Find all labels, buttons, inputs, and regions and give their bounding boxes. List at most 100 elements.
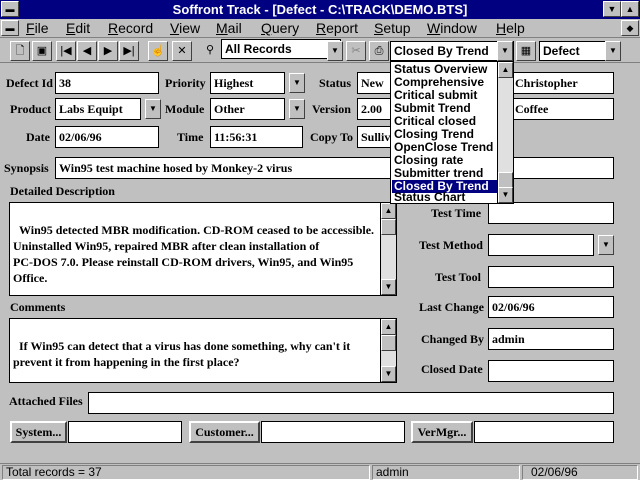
report-option[interactable]: Closing rate: [392, 154, 498, 167]
assigned-to-field[interactable]: Christopher: [511, 72, 614, 94]
menu-help[interactable]: Help: [496, 20, 525, 36]
chevron-down-icon[interactable]: ▼: [145, 99, 161, 119]
test-tool-field[interactable]: [488, 266, 614, 288]
save-icon[interactable]: ▣: [32, 41, 52, 61]
scroll-up-icon[interactable]: ▲: [381, 203, 396, 219]
binoculars-icon[interactable]: ⚲: [200, 41, 220, 61]
last-change-field[interactable]: 02/06/96: [488, 296, 614, 318]
date-field[interactable]: 02/06/96: [55, 126, 159, 148]
vermgr-button[interactable]: VerMgr...: [411, 421, 473, 443]
chevron-down-icon[interactable]: ▼: [605, 41, 621, 61]
next-record-icon[interactable]: ▶: [98, 41, 118, 61]
minimize-button[interactable]: ▼: [603, 1, 621, 17]
time-field[interactable]: 11:56:31: [210, 126, 303, 148]
test-tool-label: Test Tool: [435, 270, 481, 284]
report-option[interactable]: Submitter trend: [392, 167, 498, 180]
module-label: Module: [165, 102, 205, 116]
scroll-up-icon[interactable]: ▲: [381, 319, 396, 335]
delete-icon[interactable]: ✕: [172, 41, 192, 61]
module-field[interactable]: Other: [210, 98, 285, 120]
chevron-down-icon[interactable]: ▼: [598, 235, 614, 255]
maximize-button[interactable]: ▲: [621, 1, 639, 17]
scroll-thumb[interactable]: [381, 219, 396, 235]
first-record-icon[interactable]: |◀: [56, 41, 76, 61]
menu-query[interactable]: Query: [261, 20, 299, 36]
title-bar: ▬ Soffront Track - [Defect - C:\TRACK\DE…: [0, 0, 640, 19]
customer-field[interactable]: [261, 421, 405, 443]
system-button[interactable]: System...: [10, 421, 67, 443]
chevron-down-icon[interactable]: ▼: [327, 41, 343, 61]
version-label: Version: [312, 102, 351, 116]
chevron-down-icon[interactable]: ▼: [497, 41, 513, 61]
chevron-down-icon[interactable]: ▼: [289, 73, 305, 93]
print-icon[interactable]: ⎙: [369, 41, 389, 61]
system-field[interactable]: [68, 421, 182, 443]
priority-label: Priority: [165, 76, 206, 90]
report-option[interactable]: Status Chart: [392, 191, 498, 204]
product-label: Product: [10, 102, 52, 116]
menu-view[interactable]: View: [170, 20, 200, 36]
product-field[interactable]: Labs Equipt: [55, 98, 141, 120]
synopsis-field[interactable]: Win95 test machine hosed by Monkey-2 vir…: [55, 157, 614, 179]
scroll-thumb[interactable]: [381, 335, 396, 351]
new-record-icon[interactable]: 🗋: [10, 41, 30, 61]
test-method-field[interactable]: [488, 234, 594, 256]
comments-scrollbar[interactable]: ▲ ▼: [380, 319, 396, 382]
window-title: Soffront Track - [Defect - C:\TRACK\DEMO…: [172, 2, 468, 17]
records-filter-select[interactable]: All Records: [221, 39, 341, 59]
last-record-icon[interactable]: ▶|: [119, 41, 139, 61]
test-time-label: Test Time: [431, 206, 482, 220]
chevron-down-icon[interactable]: ▼: [289, 99, 305, 119]
menu-report[interactable]: Report: [316, 20, 358, 36]
report-option[interactable]: Critical closed: [392, 115, 498, 128]
grid-view-icon[interactable]: ▦: [516, 41, 536, 61]
menu-window[interactable]: Window: [427, 20, 477, 36]
menu-setup[interactable]: Setup: [374, 20, 411, 36]
priority-field[interactable]: Highest: [210, 72, 285, 94]
defect-id-label: Defect Id: [6, 76, 53, 90]
attached-files-field[interactable]: [88, 392, 614, 414]
defect-id-field[interactable]: 38: [55, 72, 159, 94]
previous-record-icon[interactable]: ◀: [77, 41, 97, 61]
report-select[interactable]: Closed By Trend: [390, 41, 514, 61]
total-records-status: Total records = 37: [2, 465, 370, 480]
report-option[interactable]: Comprehensive: [392, 76, 498, 89]
menu-mail[interactable]: Mail: [216, 20, 242, 36]
restore-button[interactable]: ◆: [621, 20, 639, 36]
report-option[interactable]: Submit Trend: [392, 102, 498, 115]
changed-by-field[interactable]: admin: [488, 328, 614, 350]
dropdown-scrollbar[interactable]: ▲ ▼: [497, 62, 513, 203]
attached-files-label: Attached Files: [9, 394, 83, 408]
hand-icon[interactable]: ☝: [148, 41, 168, 61]
copy-to-field[interactable]: Sullivan: [357, 126, 391, 148]
last-change-label: Last Change: [419, 300, 485, 314]
document-menu-icon[interactable]: ▬: [1, 20, 19, 36]
closed-date-label: Closed Date: [421, 362, 483, 376]
scroll-up-icon[interactable]: ▲: [498, 62, 513, 78]
menu-edit[interactable]: Edit: [66, 20, 90, 36]
customer-button[interactable]: Customer...: [189, 421, 260, 443]
status-label: Status: [319, 76, 352, 90]
report-dropdown-list[interactable]: Status Overview Comprehensive Critical s…: [390, 61, 514, 204]
scroll-down-icon[interactable]: ▼: [381, 366, 396, 382]
scroll-down-icon[interactable]: ▼: [381, 279, 396, 295]
system-menu-icon[interactable]: ▬: [1, 1, 19, 17]
scroll-thumb[interactable]: [498, 172, 513, 188]
report-option[interactable]: Closing Trend: [392, 128, 498, 141]
menu-record[interactable]: Record: [108, 20, 153, 36]
scroll-down-icon[interactable]: ▼: [498, 187, 513, 203]
report-option[interactable]: OpenClose Trend: [392, 141, 498, 154]
description-scrollbar[interactable]: ▲ ▼: [380, 203, 396, 295]
vermgr-field[interactable]: [474, 421, 614, 443]
closed-date-field[interactable]: [488, 360, 614, 382]
status-bar: Total records = 37 admin 02/06/96: [0, 463, 640, 480]
comments-textarea[interactable]: If Win95 can detect that a virus has don…: [9, 318, 397, 383]
report-option[interactable]: Status Overview: [392, 63, 498, 76]
found-in-field[interactable]: Coffee: [511, 98, 614, 120]
user-status: admin: [372, 465, 520, 480]
test-time-field[interactable]: [488, 202, 614, 224]
detailed-description-textarea[interactable]: Win95 detected MBR modification. CD-ROM …: [9, 202, 397, 296]
detailed-description-label: Detailed Description: [10, 184, 115, 198]
menu-file[interactable]: File: [26, 20, 49, 36]
report-option[interactable]: Critical submit: [392, 89, 498, 102]
